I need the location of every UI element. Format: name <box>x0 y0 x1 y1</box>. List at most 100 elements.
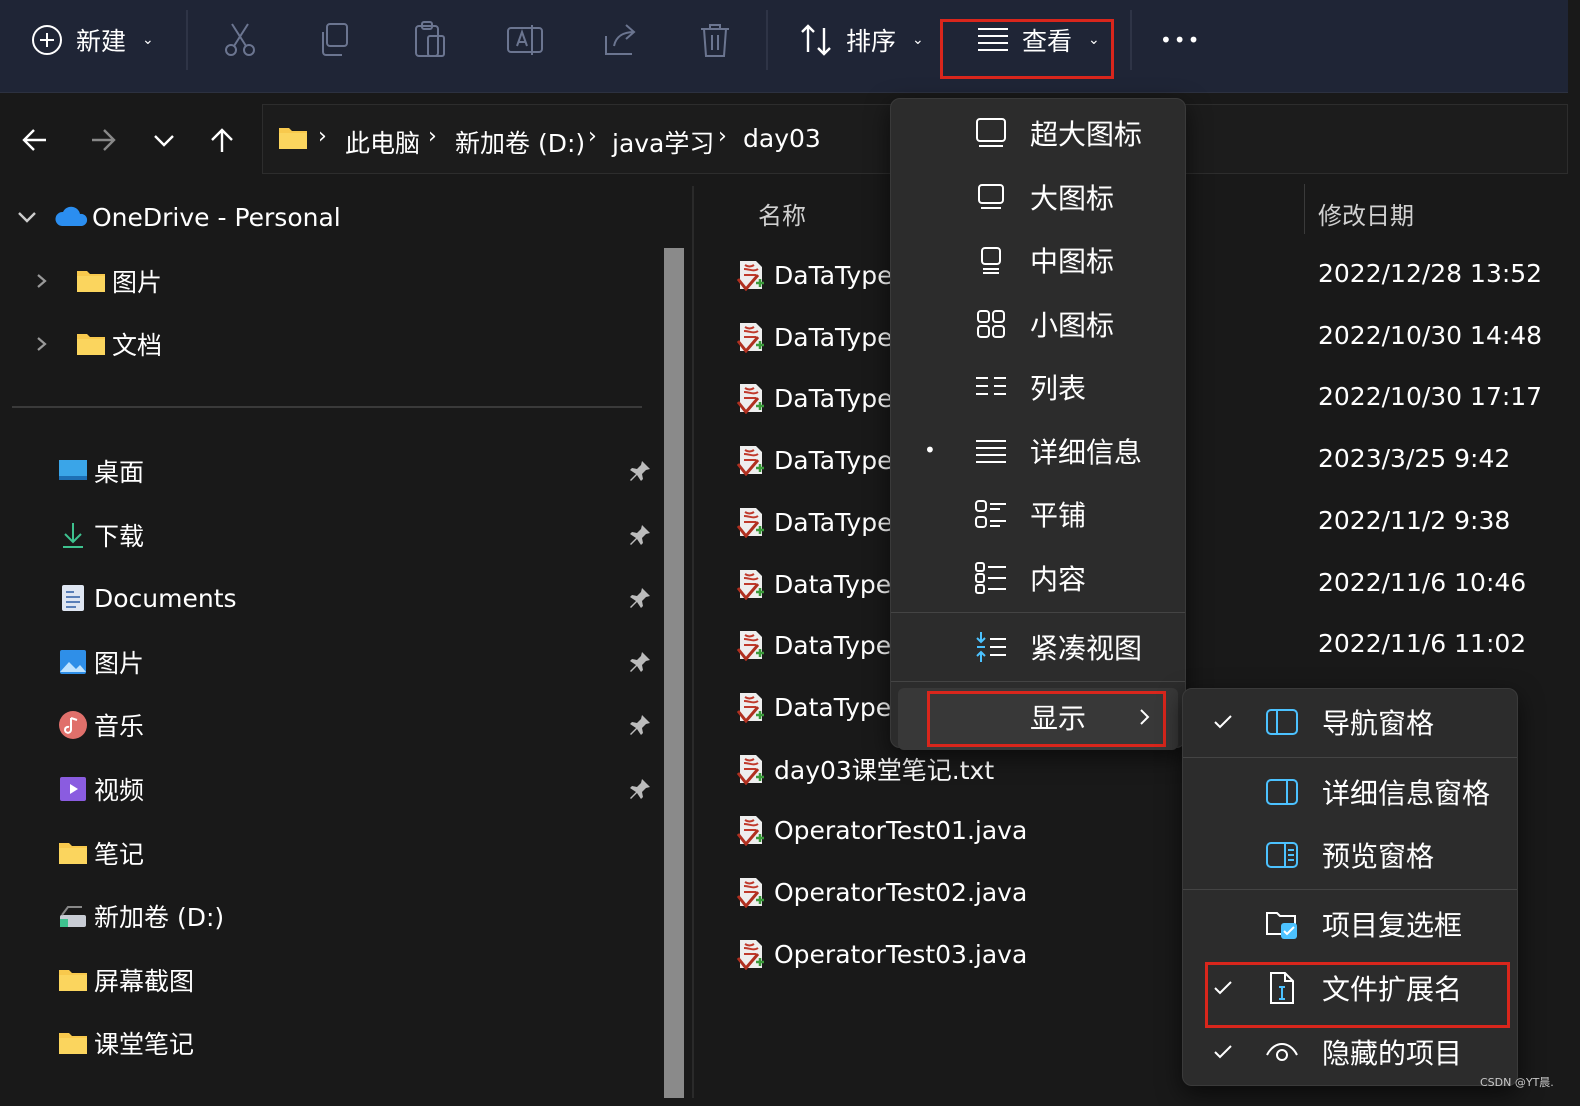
chevron-right-icon <box>37 274 47 288</box>
sidebar-item-onedrive-pictures[interactable]: 图片 <box>34 256 162 306</box>
file-row[interactable]: DaTaType <box>736 435 892 485</box>
menu-item-tiles[interactable]: 平铺 <box>1030 486 1086 542</box>
details-pane-icon <box>1266 779 1298 805</box>
sidebar-item-onedrive-documents[interactable]: 文档 <box>34 319 162 369</box>
breadcrumb-separator: › <box>428 124 437 149</box>
menu-item-list[interactable]: 列表 <box>1030 359 1086 415</box>
sort-button[interactable]: 排序 ⌄ <box>798 12 924 68</box>
java-file-icon <box>736 323 764 353</box>
sidebar-item-onedrive[interactable]: OneDrive - Personal <box>16 192 341 242</box>
sidebar-item-drive-d[interactable]: 新加卷 (D:) <box>58 891 224 941</box>
menu-item-preview-pane[interactable]: 预览窗格 <box>1322 827 1434 883</box>
sort-label: 排序 <box>846 27 897 56</box>
file-row[interactable]: DaTaType <box>736 312 892 362</box>
file-name: DataTypeT <box>774 692 907 722</box>
sidebar-item-label: 下载 <box>94 522 145 551</box>
view-highlight-box <box>940 19 1114 79</box>
file-name: day03课堂笔记.txt <box>774 756 995 785</box>
paste-icon[interactable] <box>410 20 450 60</box>
breadcrumb-item-current[interactable]: day03 <box>743 124 821 153</box>
sidebar-item-documents[interactable]: Documents <box>58 573 237 623</box>
sidebar-scrollbar[interactable] <box>664 248 684 1098</box>
drive-icon <box>60 906 86 927</box>
copy-icon[interactable] <box>315 20 355 60</box>
menu-item-item-checkboxes[interactable]: 项目复选框 <box>1322 896 1462 952</box>
recent-chevron-icon[interactable] <box>144 118 184 162</box>
sidebar-item-class-notes[interactable]: 课堂笔记 <box>58 1018 194 1068</box>
sidebar-item-label: 桌面 <box>94 458 145 487</box>
sidebar-item-screenshots[interactable]: 屏幕截图 <box>58 955 194 1005</box>
sidebar-item-downloads[interactable]: 下载 <box>58 510 144 560</box>
file-row[interactable]: DataTypeT <box>736 682 906 732</box>
breadcrumb-separator: › <box>718 124 727 149</box>
more-button[interactable]: ••• <box>1160 12 1201 68</box>
menu-item-extra-large-icons[interactable]: 超大图标 <box>1030 105 1142 161</box>
menu-item-details[interactable]: 详细信息 <box>1030 423 1142 479</box>
forward-arrow-icon[interactable] <box>84 118 124 162</box>
java-file-icon <box>736 693 764 723</box>
java-file-icon <box>736 755 764 785</box>
java-file-icon <box>736 940 764 970</box>
sidebar-item-videos[interactable]: 视频 <box>58 764 144 814</box>
menu-item-medium-icons[interactable]: 中图标 <box>1030 232 1114 288</box>
video-icon <box>60 777 86 801</box>
breadcrumb-separator: › <box>318 124 327 149</box>
rename-icon[interactable] <box>505 20 545 60</box>
sidebar-item-label: 音乐 <box>94 712 145 741</box>
file-row[interactable]: OperatorTest01.java <box>736 805 1027 855</box>
pin-icon[interactable] <box>628 650 652 674</box>
file-row[interactable]: day03课堂笔记.txt <box>736 744 994 794</box>
menu-item-small-icons[interactable]: 小图标 <box>1030 296 1114 352</box>
file-row[interactable]: DaTaType <box>736 497 892 547</box>
file-row[interactable]: DaTaType <box>736 373 892 423</box>
pin-icon[interactable] <box>628 713 652 737</box>
file-name: OperatorTest01.java <box>774 815 1028 845</box>
sidebar-item-pictures[interactable]: 图片 <box>58 637 144 687</box>
sidebar-item-notes[interactable]: 笔记 <box>58 828 144 878</box>
command-bar: 新建 ⌄ 排序 ⌄ 查看 ⌄ ••• <box>0 0 1568 93</box>
file-modified-date: 2022/12/28 13:52 <box>1318 259 1543 288</box>
file-row[interactable]: DataTypeT <box>736 620 906 670</box>
menu-item-hidden-items[interactable]: 隐藏的项目 <box>1322 1024 1462 1080</box>
sidebar-item-desktop[interactable]: 桌面 <box>58 446 144 496</box>
share-icon[interactable] <box>600 20 640 60</box>
up-arrow-icon[interactable] <box>202 118 242 162</box>
column-header-name[interactable]: 名称 <box>758 196 806 231</box>
menu-item-navigation-pane[interactable]: 导航窗格 <box>1322 694 1434 750</box>
java-file-icon <box>736 631 764 661</box>
menu-item-compact-view[interactable]: 紧凑视图 <box>1030 619 1142 675</box>
pane-divider[interactable] <box>692 186 694 1098</box>
picture-icon <box>60 650 86 674</box>
breadcrumb-item[interactable]: 新加卷 (D:) <box>455 124 585 160</box>
item-checkbox-icon <box>1266 912 1297 939</box>
column-header-modified[interactable]: 修改日期 <box>1318 196 1414 231</box>
document-icon <box>62 585 84 611</box>
pin-icon[interactable] <box>628 586 652 610</box>
file-row[interactable]: OperatorTest02.java <box>736 867 1027 917</box>
large-icons-icon <box>978 184 1004 209</box>
menu-separator <box>891 681 1185 682</box>
delete-icon[interactable] <box>695 20 735 60</box>
back-arrow-icon[interactable] <box>16 118 56 162</box>
sidebar-item-label: OneDrive - Personal <box>92 202 341 232</box>
plus-circle-icon <box>32 25 62 55</box>
menu-item-large-icons[interactable]: 大图标 <box>1030 169 1114 225</box>
sidebar-item-music[interactable]: 音乐 <box>58 700 144 750</box>
chevron-down-icon <box>18 212 36 223</box>
sidebar-item-label: 文档 <box>112 331 163 360</box>
file-row[interactable]: DaTaType <box>736 250 892 300</box>
file-row[interactable]: DataTypeT <box>736 559 906 609</box>
menu-separator <box>1183 757 1517 758</box>
cut-icon[interactable] <box>220 20 260 60</box>
menu-item-details-pane[interactable]: 详细信息窗格 <box>1322 764 1490 820</box>
new-button[interactable]: 新建 ⌄ <box>30 12 154 68</box>
pin-icon[interactable] <box>628 523 652 547</box>
pin-icon[interactable] <box>628 459 652 483</box>
breadcrumb-item[interactable]: 此电脑 <box>345 124 420 160</box>
file-modified-date: 2023/3/25 9:42 <box>1318 444 1511 473</box>
pin-icon[interactable] <box>628 777 652 801</box>
file-row[interactable]: OperatorTest03.java <box>736 929 1027 979</box>
java-file-icon <box>736 261 764 291</box>
menu-item-content[interactable]: 内容 <box>1030 550 1086 606</box>
breadcrumb-item[interactable]: java学习 <box>612 124 714 160</box>
